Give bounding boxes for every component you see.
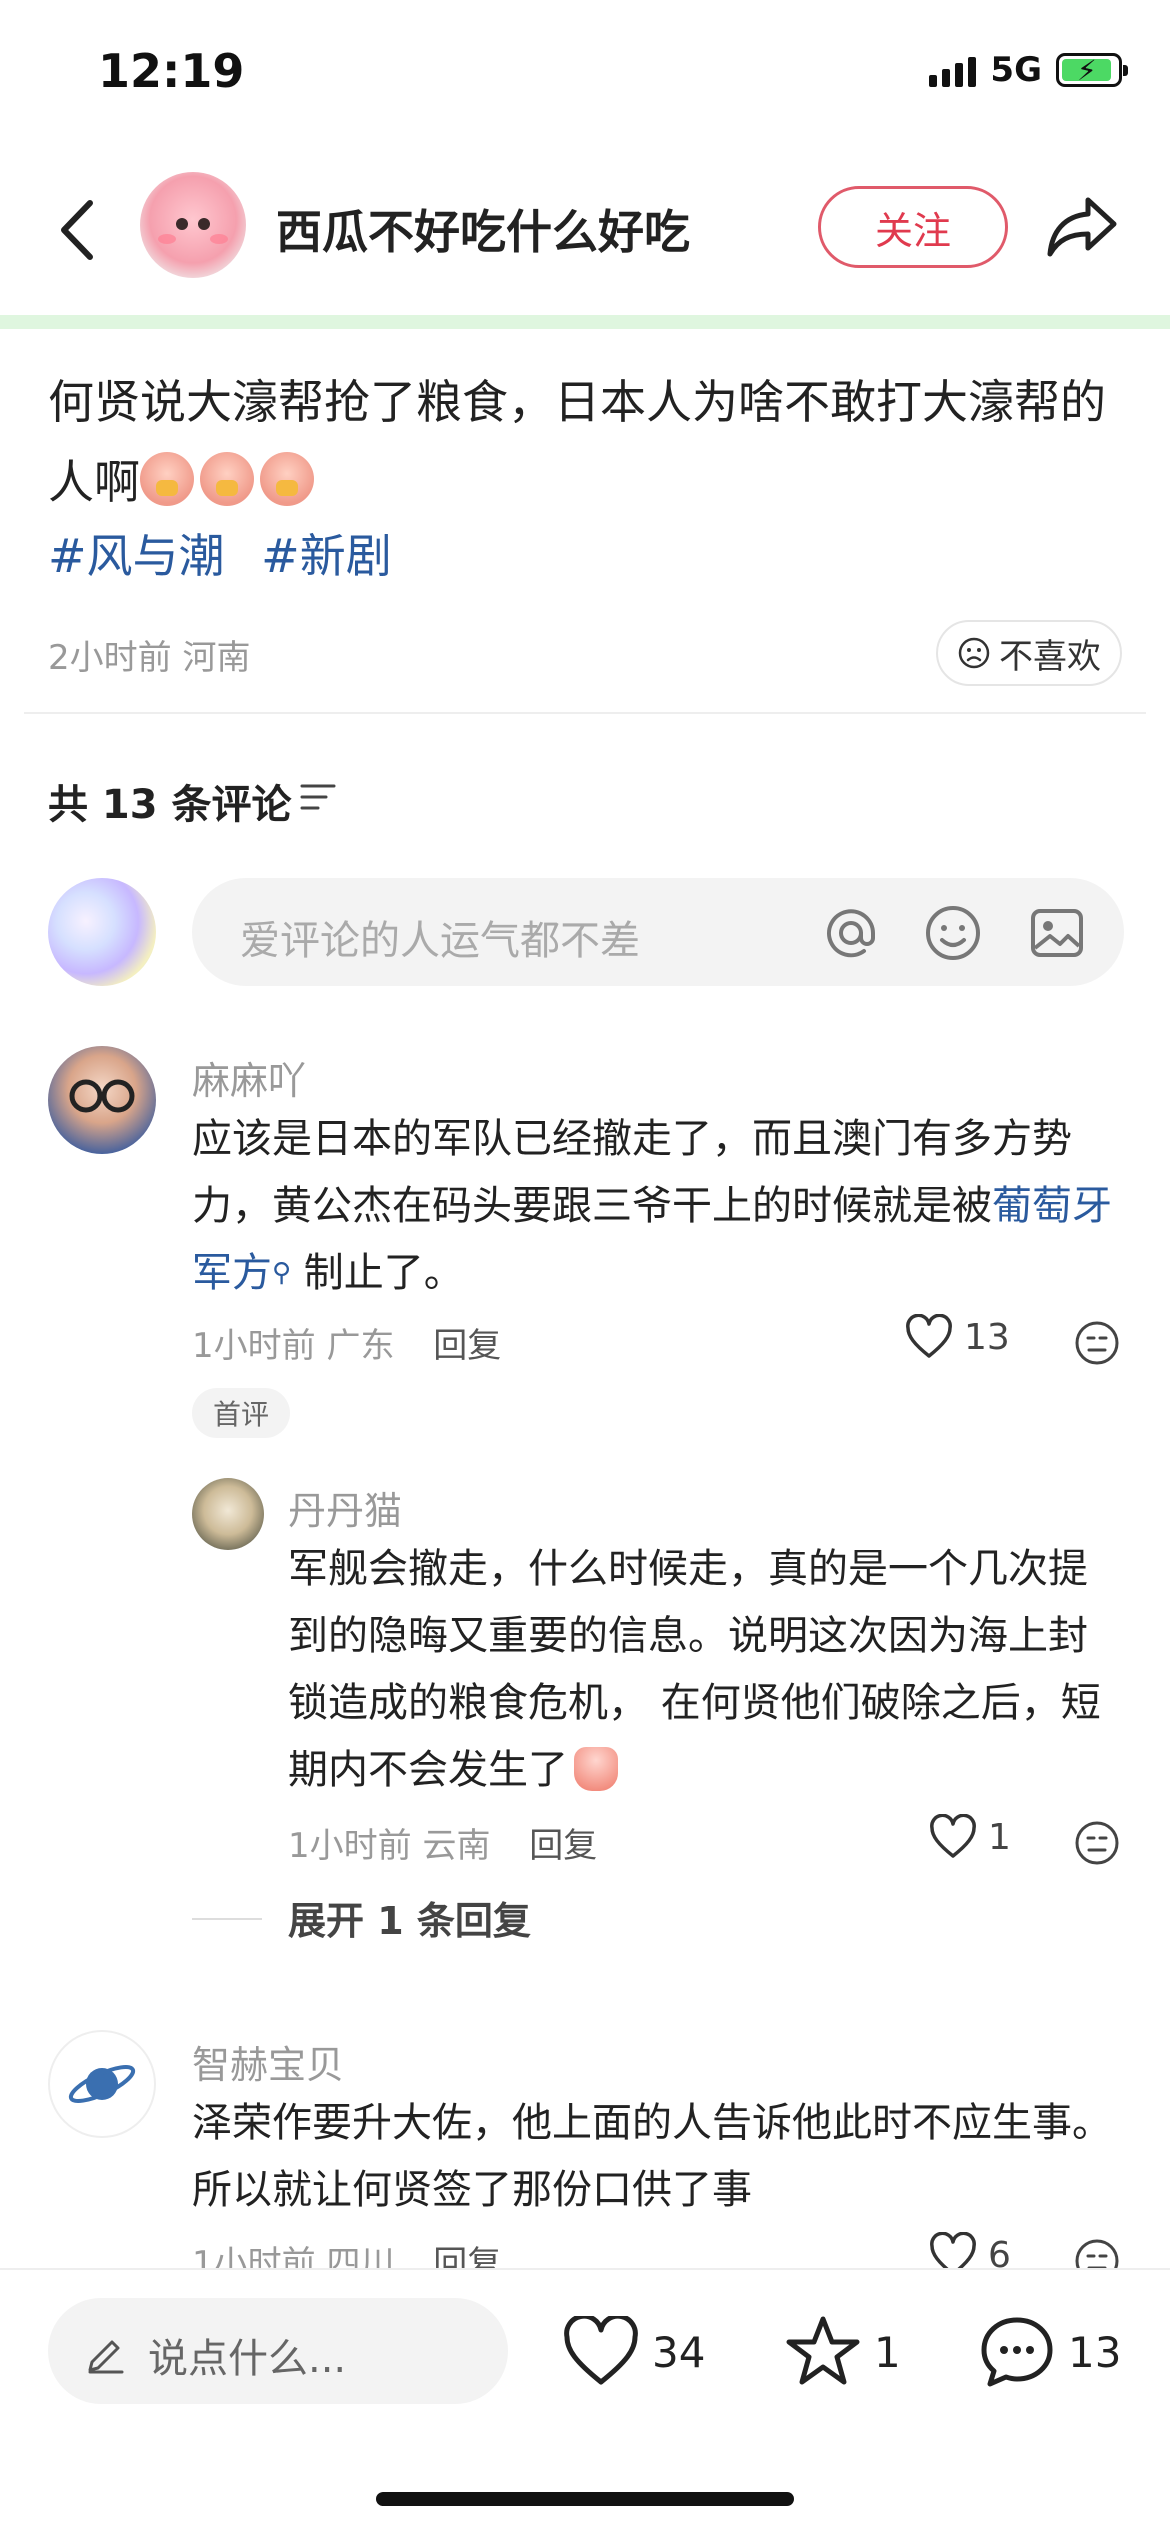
dislike-face-icon[interactable] — [1072, 1818, 1122, 1868]
like-count: 1 — [988, 1816, 1011, 1858]
sort-icon[interactable] — [298, 780, 338, 814]
commenter-avatar[interactable] — [192, 1478, 264, 1550]
like-button[interactable]: 34 — [562, 2316, 705, 2388]
header-divider — [0, 315, 1170, 329]
comments-count: 共 13 条评论 — [48, 782, 292, 828]
network-type: 5G — [990, 50, 1042, 90]
comment-input-placeholder[interactable]: 爱评论的人运气都不差 — [240, 908, 640, 966]
signal-icon — [929, 53, 977, 87]
favorite-button[interactable]: 1 — [784, 2314, 901, 2390]
battery-icon: ⚡ — [1056, 53, 1128, 87]
comment-meta: 1小时前 云南 回复 — [288, 1818, 597, 1867]
commenter-name[interactable]: 麻麻吖 — [192, 1050, 306, 1105]
share-icon[interactable] — [1044, 192, 1120, 262]
comment-text: 泽荣作要升大佐，他上面的人告诉他此时不应生事。所以就让何贤签了那份口供了事 — [192, 2100, 1112, 2213]
heart-icon — [906, 1314, 952, 1358]
home-indicator[interactable] — [376, 2492, 794, 2506]
my-avatar — [48, 878, 156, 986]
emoji-icon — [140, 452, 194, 506]
comments-button[interactable]: 13 — [978, 2314, 1121, 2390]
bottom-input-placeholder[interactable]: 说点什么... — [148, 2326, 346, 2384]
comment-count: 13 — [1068, 2327, 1122, 2377]
first-comment-badge: 首评 — [192, 1388, 290, 1438]
commenter-avatar[interactable] — [48, 2030, 156, 2138]
thumbs-up-icon — [574, 1747, 618, 1791]
comment-time: 1小时前 — [192, 1326, 316, 1366]
planet-icon — [68, 2065, 136, 2103]
pencil-icon — [88, 2340, 124, 2374]
comment-like-button[interactable]: 1 — [928, 1814, 1011, 1860]
commenter-avatar[interactable] — [48, 1046, 156, 1154]
comment-location: 广东 — [326, 1326, 395, 1366]
comment-time: 1小时前 — [288, 1826, 412, 1866]
image-icon[interactable] — [1026, 902, 1088, 964]
expand-replies-button[interactable]: 展开 1 条回复 — [288, 1890, 531, 1945]
comment-text: 应该是日本的军队已经撤走了，而且澳门有多方势力，黄公杰在码头要跟三爷干上的时候就… — [192, 1106, 1122, 1307]
author-avatar[interactable] — [140, 172, 246, 278]
tag-link[interactable]: #新剧 — [261, 529, 392, 583]
like-count: 13 — [964, 1316, 1010, 1358]
comment-meta: 1小时前 广东 回复 — [192, 1318, 501, 1367]
comment-text: 军舰会撤走，什么时候走，真的是一个几次提到的隐晦又重要的信息。说明这次因为海上封… — [288, 1536, 1122, 1804]
comment-location: 云南 — [422, 1826, 491, 1866]
chat-bubble-icon — [981, 2317, 1053, 2387]
emoji-picker-icon[interactable] — [922, 902, 984, 964]
post-meta: 2小时前 河南 — [48, 630, 250, 679]
search-icon: ⚲ — [272, 1258, 292, 1288]
dislike-face-icon[interactable] — [1072, 1318, 1122, 1368]
frown-icon — [958, 637, 990, 669]
dislike-button[interactable]: 不喜欢 — [936, 620, 1122, 686]
favorite-count: 1 — [874, 2327, 901, 2377]
comment-like-button[interactable]: 13 — [904, 1314, 1010, 1360]
emoji-icon — [260, 452, 314, 506]
expand-divider — [192, 1918, 262, 1920]
reply-button[interactable]: 回复 — [433, 1326, 501, 1366]
back-icon[interactable] — [50, 195, 110, 265]
status-icons: 5G ⚡ — [929, 50, 1128, 90]
follow-button[interactable]: 关注 — [818, 186, 1008, 268]
post-body: 何贤说大濠帮抢了粮食，日本人为啥不敢打大濠帮的人啊 — [48, 362, 1128, 522]
emoji-icon — [200, 452, 254, 506]
tag-link[interactable]: #风与潮 — [48, 529, 225, 583]
commenter-name[interactable]: 智赫宝贝 — [192, 2034, 344, 2089]
post-tags: #风与潮 #新剧 — [48, 520, 414, 586]
status-time: 12:19 — [98, 44, 245, 98]
heart-icon — [564, 2316, 638, 2385]
like-count: 34 — [652, 2327, 706, 2377]
commenter-name[interactable]: 丹丹猫 — [288, 1480, 402, 1535]
comment-text-part: 军舰会撤走，什么时候走，真的是一个几次提到的隐晦又重要的信息。说明这次因为海上封… — [288, 1546, 1101, 1793]
comment-text-part: 制止了。 — [303, 1250, 464, 1296]
dislike-label: 不喜欢 — [999, 636, 1101, 677]
heart-icon — [930, 1814, 976, 1858]
comment-text-part: 应该是日本的军队已经撤走了，而且澳门有多方势力，黄公杰在码头要跟三爷干上的时候就… — [192, 1116, 1072, 1229]
divider — [24, 712, 1146, 714]
mention-icon[interactable] — [820, 902, 882, 964]
star-icon — [786, 2316, 860, 2385]
post-location: 河南 — [182, 638, 251, 678]
author-name[interactable]: 西瓜不好吃什么好吃 — [276, 196, 690, 262]
post-time: 2小时前 — [48, 638, 172, 678]
glasses-icon — [69, 1079, 135, 1113]
reply-button[interactable]: 回复 — [529, 1826, 597, 1866]
